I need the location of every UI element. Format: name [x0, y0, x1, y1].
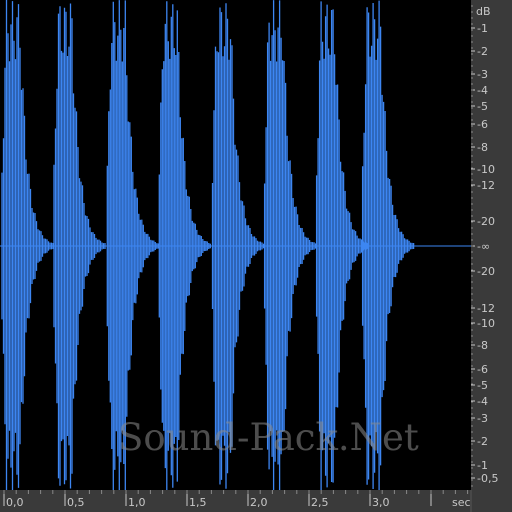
db-tick-label: -10: [477, 163, 495, 176]
db-tick-label: -0,5: [477, 472, 498, 485]
db-tick-label: -12: [477, 302, 495, 315]
waveform-burst: [1, 0, 54, 490]
db-unit-label: dB: [476, 5, 491, 18]
db-tick-label: -3: [477, 412, 488, 425]
time-tick-label: 0,0: [6, 496, 24, 509]
time-tick-label: 3,0: [372, 496, 390, 509]
db-tick-label: -6: [477, 363, 488, 376]
db-tick-label: -1: [477, 459, 488, 472]
db-tick-label: -20: [477, 215, 495, 228]
db-center-label: -∞: [477, 240, 490, 253]
db-tick-label: -4: [477, 395, 488, 408]
db-ruler[interactable]: dB -1 -2 -3 -4 -5 -6 -8 -10 -12 -20 -∞ -20 -12 -10 -8 -6…: [471, 0, 512, 490]
watermark: Sound-Pack.Net: [118, 416, 419, 459]
db-tick-label: -20: [477, 265, 495, 278]
time-ruler[interactable]: 0,0 0,5 1,0 1,5 2,0 2,5 3,0 sec: [0, 490, 512, 512]
db-tick-label: -5: [477, 379, 488, 392]
time-tick-label: 1,5: [189, 496, 207, 509]
db-tick-label: -4: [477, 84, 488, 97]
db-tick-label: -8: [477, 339, 488, 352]
db-tick-label: -2: [477, 435, 488, 448]
db-tick-label: -8: [477, 141, 488, 154]
waveform-burst: [53, 3, 106, 489]
time-tick-label: 1,0: [128, 496, 146, 509]
audio-editor: dB -1 -2 -3 -4 -5 -6 -8 -10 -12 -20 -∞ -20 -12 -10 -8 -6…: [0, 0, 512, 512]
time-tick-label: 0,5: [67, 496, 85, 509]
db-tick-label: -3: [477, 68, 488, 81]
db-tick-label: -6: [477, 118, 488, 131]
db-tick-label: -5: [477, 100, 488, 113]
time-tick-label: 2,0: [250, 496, 268, 509]
db-tick-label: -1: [477, 22, 488, 35]
time-unit-label: sec: [452, 496, 471, 509]
db-tick-label: -12: [477, 179, 495, 192]
db-tick-label: -10: [477, 317, 495, 330]
time-tick-label: 2,5: [311, 496, 329, 509]
db-tick-label: -2: [477, 45, 488, 58]
